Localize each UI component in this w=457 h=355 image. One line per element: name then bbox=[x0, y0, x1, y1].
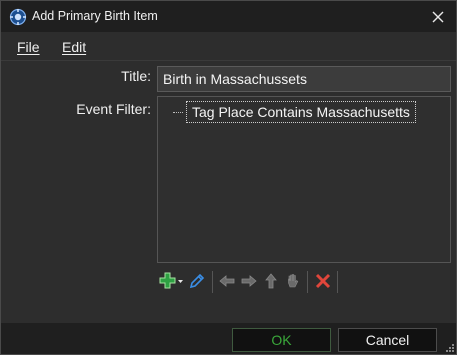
ok-button[interactable]: OK bbox=[232, 328, 331, 352]
hand-button[interactable] bbox=[281, 269, 305, 293]
add-icon bbox=[159, 272, 183, 289]
toolbar-separator bbox=[337, 271, 338, 293]
cancel-button[interactable]: Cancel bbox=[338, 328, 437, 352]
toolbar-separator bbox=[212, 271, 213, 293]
arrow-up-icon bbox=[265, 273, 277, 289]
add-filter-button[interactable] bbox=[157, 269, 185, 293]
close-icon bbox=[432, 11, 444, 22]
title-bar: Add Primary Birth Item bbox=[1, 1, 456, 32]
event-filter-label: Event Filter: bbox=[76, 101, 151, 117]
close-button[interactable] bbox=[421, 3, 455, 30]
window-title: Add Primary Birth Item bbox=[32, 9, 158, 23]
move-right-button[interactable] bbox=[237, 269, 261, 293]
menu-divider bbox=[1, 60, 456, 61]
tree-connector bbox=[173, 112, 183, 113]
move-left-button[interactable] bbox=[215, 269, 239, 293]
hand-icon bbox=[288, 274, 299, 288]
filter-tree-item[interactable]: Tag Place Contains Massachusetts bbox=[186, 101, 416, 123]
menu-bar: File Edit bbox=[1, 32, 456, 60]
edit-filter-button[interactable] bbox=[185, 269, 209, 293]
resize-grip-icon[interactable] bbox=[445, 343, 455, 353]
arrow-right-icon bbox=[241, 275, 257, 287]
arrow-left-icon bbox=[219, 275, 235, 287]
edit-pencil-icon bbox=[189, 273, 205, 289]
menu-edit[interactable]: Edit bbox=[62, 39, 86, 55]
gear-app-icon bbox=[9, 8, 27, 26]
event-filter-tree[interactable]: Tag Place Contains Massachusetts bbox=[157, 96, 451, 263]
title-input[interactable] bbox=[157, 66, 451, 92]
delete-icon bbox=[315, 273, 331, 289]
toolbar-separator bbox=[307, 271, 308, 293]
move-up-button[interactable] bbox=[259, 269, 283, 293]
dialog-footer: OK Cancel bbox=[1, 323, 456, 354]
menu-file[interactable]: File bbox=[17, 39, 40, 55]
title-label: Title: bbox=[121, 68, 151, 84]
delete-filter-button[interactable] bbox=[311, 269, 335, 293]
dialog-window: Add Primary Birth Item File Edit Title: … bbox=[0, 0, 457, 355]
